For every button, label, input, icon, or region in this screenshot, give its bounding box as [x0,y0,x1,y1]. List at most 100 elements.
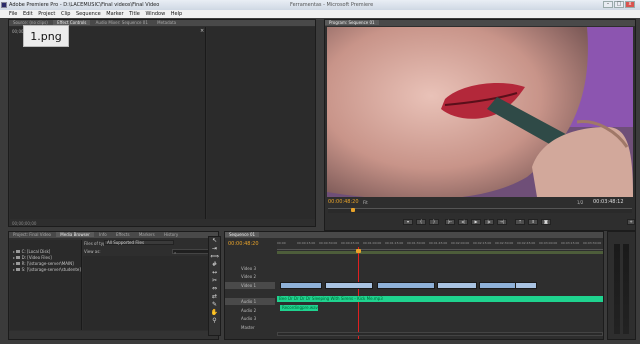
audio-clip-recording[interactable]: Recordingpre.wav [280,305,318,311]
ruler-label: 00:01:00:00 [363,241,382,245]
timeline-playhead[interactable] [358,247,359,339]
pen-tool-icon[interactable]: ✎ [209,301,220,309]
menu-edit[interactable]: Edit [23,11,33,17]
audio-meter-right [623,244,629,334]
menu-window[interactable]: Window [145,11,165,17]
program-timecode[interactable]: 00:00:48:20 [328,199,359,205]
panel-close-icon[interactable]: × [200,28,204,34]
go-to-out-icon[interactable]: →| [497,219,507,225]
tab-sequence[interactable]: Sequence 01 [225,232,260,237]
search-icon: ⌕ [174,250,177,255]
close-icon[interactable]: x [625,1,635,8]
ruler-label: 00:00 [277,241,286,245]
playhead-handle-icon[interactable] [356,249,361,253]
maximize-icon[interactable]: □ [614,1,624,8]
search-field[interactable]: ⌕ [172,249,212,255]
mark-in-icon[interactable]: { [416,219,426,225]
timeline-tabs: Sequence 01 [225,232,603,238]
playhead-marker-icon[interactable] [351,208,355,212]
track-select-tool-icon[interactable]: ⇥ [209,245,220,253]
tab-info[interactable]: Info [95,232,111,237]
minimize-icon[interactable]: – [603,1,613,8]
video-clip[interactable] [377,282,435,289]
video-clip[interactable] [280,282,322,289]
extract-icon[interactable]: ⇞ [528,219,538,225]
tab-markers[interactable]: Markers [135,232,159,237]
video-clip[interactable] [437,282,477,289]
transport-controls: ▾ { } |← ◂| ▶ |▸ →| ⇡ ⇞ ◙ + [325,219,637,227]
menu-sequence[interactable]: Sequence [76,11,101,17]
ruler-label: 00:02:45:00 [517,241,536,245]
drive-icon [16,262,21,265]
slide-tool-icon[interactable]: ⇄ [209,293,220,301]
menu-title[interactable]: Title [129,11,140,17]
export-frame-icon[interactable]: ◙ [541,219,551,225]
step-back-icon[interactable]: ◂| [458,219,468,225]
tab-effects[interactable]: Effects [112,232,134,237]
lift-icon[interactable]: ⇡ [515,219,525,225]
audio-clip-music[interactable]: Bee Dr Dr Dr Dr Sleeping With Sirens - K… [277,296,603,302]
hand-tool-icon[interactable]: ✋ [209,309,220,317]
media-browser-panel: Project: Final Video Media Browser Info … [8,231,219,340]
tab-project[interactable]: Project: Final Video [9,232,55,237]
ruler-label: 00:00:30:00 [319,241,338,245]
fit-dropdown[interactable]: Fit [363,200,368,205]
menu-bar: File Edit Project Clip Sequence Marker T… [0,10,640,18]
ruler-label: 00:02:30:00 [495,241,514,245]
video-clip[interactable] [325,282,373,289]
track-video-2[interactable]: Video 2 [225,273,275,280]
rolling-edit-tool-icon[interactable]: # [209,261,220,269]
go-to-in-icon[interactable]: |← [445,219,455,225]
tab-metadata[interactable]: Metadata [153,20,180,25]
fraction-dropdown[interactable]: 1/2 [577,200,583,205]
tab-program[interactable]: Program: Sequence 01 [325,20,379,25]
rate-stretch-tool-icon[interactable]: ↔ [209,269,220,277]
sequence-timecode[interactable]: 00:00:48:20 [228,241,259,247]
drive-item[interactable]: ▸ S: [\\storage-server\studente] [10,267,81,273]
selection-tool-icon[interactable]: ↖ [209,237,220,245]
ruler-label: 00:02:15:00 [473,241,492,245]
menu-file[interactable]: File [9,11,17,17]
tab-audio-mixer[interactable]: Audio Mixer: Sequence 01 [92,20,152,25]
track-audio-2[interactable]: Audio 2 [225,307,275,314]
drive-icon [16,268,21,271]
track-master[interactable]: Master [225,324,275,331]
timeline-scrollbar[interactable] [277,332,603,336]
audio-meters [607,231,636,340]
zoom-tool-icon[interactable]: ⚲ [209,317,220,325]
tab-media-browser[interactable]: Media Browser [56,232,94,237]
menu-clip[interactable]: Clip [61,11,70,17]
project-tabs: Project: Final Video Media Browser Info … [9,232,218,238]
timeline-panel: Sequence 01 00:00:48:20 00:00 00:00:15:0… [224,231,604,340]
ruler-label: 00:03:15:00 [561,241,580,245]
track-video-1[interactable]: Video 1 [225,282,275,289]
slip-tool-icon[interactable]: ⇔ [209,285,220,293]
marker-icon[interactable]: ▾ [403,219,413,225]
source-bottom-timecode: 00;00;00;00 [12,221,37,226]
menu-project[interactable]: Project [38,11,55,17]
title-center-text: Ferramentas - Microsoft Premiere [290,2,374,8]
ruler-label: 00:00:15:00 [297,241,316,245]
video-frame-image [327,27,633,197]
effect-controls-right [207,27,315,219]
play-icon[interactable]: ▶ [471,219,481,225]
settings-icon[interactable]: + [627,219,635,225]
work-area-bar[interactable] [277,251,603,254]
track-video-3[interactable]: Video 3 [225,265,275,272]
track-audio-1[interactable]: Audio 1 [225,298,275,305]
ripple-edit-tool-icon[interactable]: ⟺ [209,253,220,261]
tab-history[interactable]: History [160,232,182,237]
timeline-ruler[interactable]: 00:00 00:00:15:00 00:00:30:00 00:00:45:0… [277,240,603,250]
files-of-type-dropdown[interactable]: All Supported Files [104,240,174,245]
menu-help[interactable]: Help [171,11,182,17]
ruler-label: 00:03:30:00 [583,241,602,245]
menu-marker[interactable]: Marker [106,11,123,17]
track-audio-3[interactable]: Audio 3 [225,315,275,322]
ruler-label: 00:01:30:00 [407,241,426,245]
program-video-frame [327,27,633,197]
step-forward-icon[interactable]: |▸ [484,219,494,225]
video-clip[interactable] [515,282,537,289]
program-scrubber[interactable] [328,208,632,213]
mark-out-icon[interactable]: } [429,219,439,225]
razor-tool-icon[interactable]: ✂ [209,277,220,285]
